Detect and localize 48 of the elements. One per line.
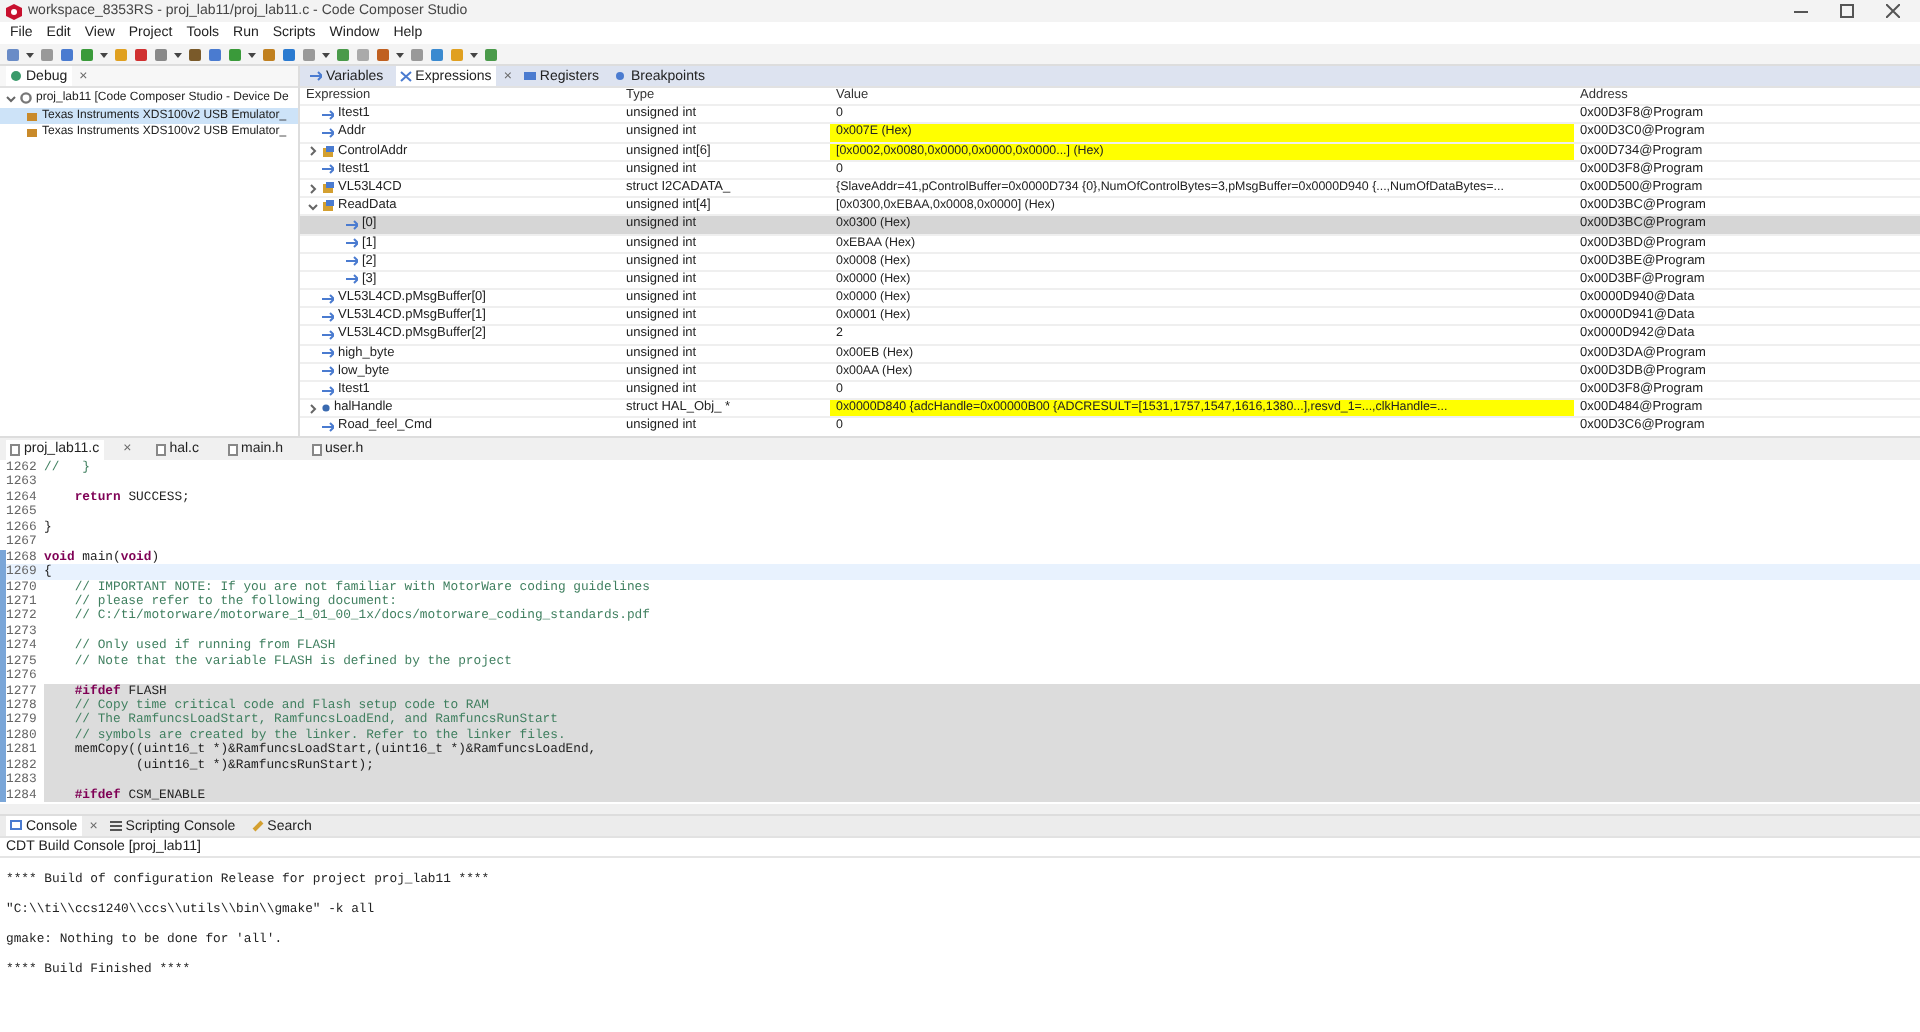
square-icon[interactable] — [410, 47, 424, 61]
file-icon — [227, 443, 238, 455]
square-icon[interactable] — [134, 47, 148, 61]
square-icon[interactable] — [302, 47, 316, 61]
arrows-icon — [322, 164, 334, 175]
arrows-icon — [322, 127, 334, 138]
arrows-icon — [322, 311, 334, 322]
file-icon — [311, 443, 322, 455]
square-icon[interactable] — [154, 47, 168, 61]
close-icon[interactable] — [1886, 4, 1900, 18]
expand-toggle[interactable] — [307, 201, 317, 212]
script-icon — [109, 820, 122, 832]
square-icon[interactable] — [60, 47, 74, 61]
file-icon — [10, 443, 20, 455]
square-icon[interactable] — [262, 47, 276, 61]
expand-toggle[interactable] — [6, 93, 16, 104]
arrows-icon — [346, 219, 358, 230]
expand-toggle[interactable] — [307, 403, 317, 414]
square-icon[interactable] — [484, 47, 498, 61]
square-icon[interactable] — [430, 47, 444, 61]
arrows-icon — [310, 70, 322, 82]
breakpoint-icon — [614, 70, 627, 82]
expand-toggle[interactable] — [307, 146, 317, 157]
monitor-icon — [10, 820, 22, 832]
horizontal-scrollbar[interactable] — [0, 804, 1920, 814]
arrows-icon — [322, 421, 334, 432]
square-icon[interactable] — [228, 47, 242, 61]
arrows-icon — [322, 385, 334, 396]
square-icon[interactable] — [336, 47, 350, 61]
arrows-icon — [322, 348, 334, 359]
square-icon[interactable] — [282, 47, 296, 61]
square-icon[interactable] — [80, 47, 94, 61]
arrows-icon — [346, 238, 358, 249]
square-icon[interactable] — [208, 47, 222, 61]
arrows-icon — [346, 274, 358, 285]
square-icon[interactable] — [40, 47, 54, 61]
arrows-icon — [322, 366, 334, 377]
arrows-icon — [346, 256, 358, 267]
arrows-icon — [322, 330, 334, 341]
dot-icon — [322, 404, 330, 413]
square-icon[interactable] — [188, 47, 202, 61]
square-icon[interactable] — [6, 47, 20, 61]
file-icon — [155, 443, 166, 455]
square-icon[interactable] — [376, 47, 390, 61]
maximize-icon[interactable] — [1840, 4, 1854, 18]
arrows-icon — [322, 293, 334, 304]
arrows-icon — [322, 109, 334, 120]
expand-toggle[interactable] — [307, 183, 317, 194]
